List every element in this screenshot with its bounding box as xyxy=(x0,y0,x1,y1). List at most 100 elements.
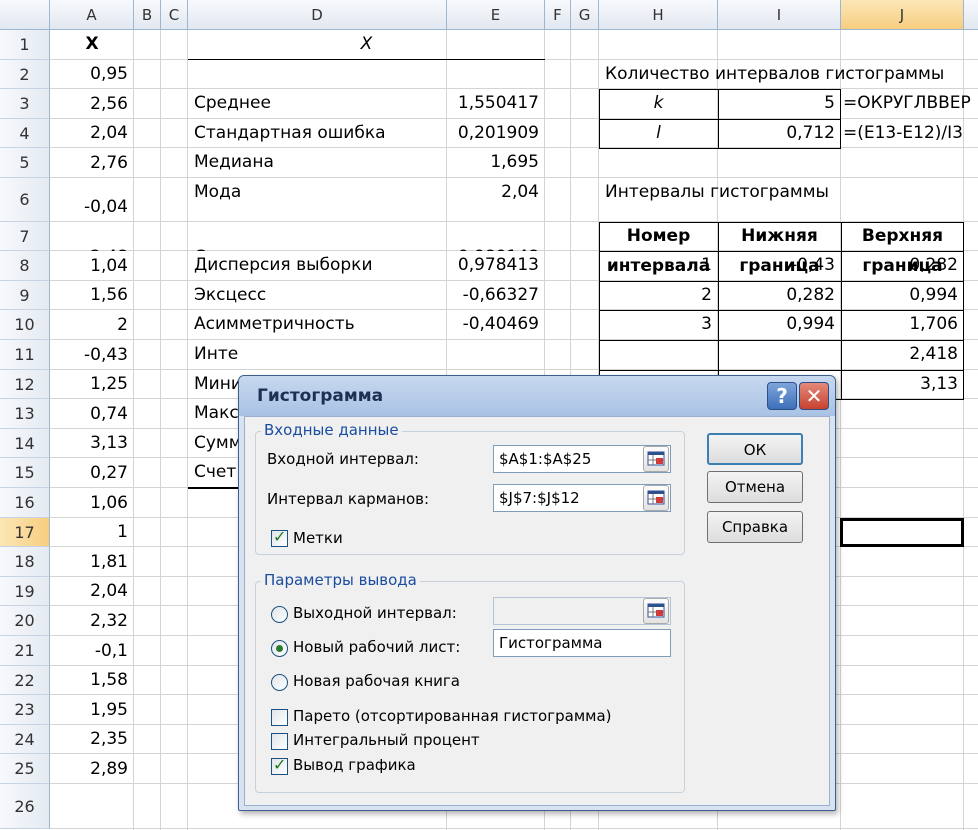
row-header[interactable]: 4 xyxy=(0,119,50,148)
cell-a10[interactable]: 2 xyxy=(50,310,134,340)
row-header[interactable]: 21 xyxy=(0,636,50,666)
column-header-f[interactable]: F xyxy=(545,0,571,30)
row-header[interactable]: 3 xyxy=(0,89,50,119)
column-header-c[interactable]: C xyxy=(161,0,188,30)
param-l-value[interactable]: 0,712 xyxy=(718,119,841,148)
row-header[interactable]: 9 xyxy=(0,281,50,310)
stat-label[interactable]: Дисперсия выборки xyxy=(188,251,447,281)
param-k-formula[interactable]: =ОКРУГЛВВЕР xyxy=(841,89,978,118)
stat-label[interactable]: Стандартная ошибка xyxy=(188,119,447,148)
stat-label[interactable]: Эксцесс xyxy=(188,281,447,310)
hist-cell[interactable]: 0,282 xyxy=(718,281,841,310)
cell-a19[interactable]: 2,04 xyxy=(50,577,134,606)
hist-cell[interactable]: 3 xyxy=(599,310,718,340)
cell-a21[interactable]: -0,1 xyxy=(50,636,134,666)
hist-title[interactable]: Интервалы гистограммы xyxy=(599,178,859,207)
hist-cell[interactable]: 0,994 xyxy=(841,281,964,310)
stat-value[interactable]: 1,550417 xyxy=(447,89,545,119)
column-header-e[interactable]: E xyxy=(447,0,545,30)
pareto-checkbox[interactable] xyxy=(271,709,288,726)
stat-value[interactable]: 0,989148 xyxy=(447,222,545,251)
stat-value[interactable]: -0,40469 xyxy=(447,310,545,340)
labels-checkbox[interactable]: ✓ xyxy=(271,527,288,547)
cell-a2[interactable]: 0,95 xyxy=(50,60,134,89)
cell-a11[interactable]: -0,43 xyxy=(50,340,134,370)
row-header[interactable]: 25 xyxy=(0,754,50,784)
stat-value[interactable]: -0,66327 xyxy=(447,281,545,310)
cell-a23[interactable]: 1,95 xyxy=(50,695,134,725)
row-header[interactable]: 18 xyxy=(0,547,50,577)
row-header[interactable]: 2 xyxy=(0,60,50,89)
param-l-label[interactable]: l xyxy=(599,119,718,148)
row-header[interactable]: 7 xyxy=(0,222,50,251)
cell-a7[interactable]: 2,48 xyxy=(50,222,134,251)
cell-a14[interactable]: 3,13 xyxy=(50,429,134,458)
hist-cell[interactable]: 2 xyxy=(599,281,718,310)
column-header-h[interactable]: H xyxy=(599,0,718,30)
hist-header-line1[interactable]: Номер xyxy=(599,222,718,252)
cell-a8[interactable]: 1,04 xyxy=(50,251,134,281)
hist-cell[interactable]: 1,706 xyxy=(841,310,964,340)
row-header[interactable]: 12 xyxy=(0,370,50,399)
help-button[interactable]: Справка xyxy=(707,511,803,543)
hist-cell[interactable]: 0,282 xyxy=(841,251,964,281)
column-header-j[interactable]: J xyxy=(841,0,964,30)
hist-cell[interactable]: 3,13 xyxy=(841,370,964,399)
row-header[interactable]: 11 xyxy=(0,340,50,370)
hist-cell[interactable]: 0,994 xyxy=(718,310,841,340)
column-header-d[interactable]: D xyxy=(188,0,447,30)
row-header[interactable]: 19 xyxy=(0,577,50,606)
row-header[interactable]: 24 xyxy=(0,725,50,754)
new-sheet-radio[interactable] xyxy=(271,640,288,657)
stat-value[interactable]: 2,04 xyxy=(447,178,545,222)
row-header[interactable]: 10 xyxy=(0,310,50,340)
stat-value[interactable]: 1,695 xyxy=(447,148,545,178)
stat-label[interactable]: Асимметричность xyxy=(188,310,447,340)
stat-label[interactable]: Медиана xyxy=(188,148,447,178)
param-k-label[interactable]: k xyxy=(599,89,718,118)
column-header-partial[interactable] xyxy=(964,0,978,30)
row-header[interactable]: 23 xyxy=(0,695,50,725)
cell-a22[interactable]: 1,58 xyxy=(50,666,134,695)
cell-a12[interactable]: 1,25 xyxy=(50,370,134,399)
cell-a6[interactable]: -0,04 xyxy=(50,178,134,222)
cell-a17[interactable]: 1 xyxy=(50,518,134,547)
bin-range-picker-icon[interactable] xyxy=(643,485,669,511)
param-l-formula[interactable]: =(E13-E12)/I3 xyxy=(841,119,978,148)
intervals-title[interactable]: Количество интервалов гистограммы xyxy=(599,60,978,89)
stat-label[interactable]: Среднее xyxy=(188,89,447,119)
chart-output-checkbox[interactable]: ✓ xyxy=(271,755,288,775)
row-header[interactable]: 22 xyxy=(0,666,50,695)
stat-label[interactable]: Инте xyxy=(188,340,447,370)
hist-cell[interactable] xyxy=(718,340,841,370)
row-header[interactable]: 13 xyxy=(0,399,50,429)
hist-cell[interactable]: 2,418 xyxy=(841,340,964,370)
column-header-a[interactable]: A xyxy=(50,0,134,30)
cell-a20[interactable]: 2,32 xyxy=(50,606,134,636)
hist-cell[interactable]: 1 xyxy=(599,251,718,281)
new-book-radio[interactable] xyxy=(271,674,288,691)
cell-a15[interactable]: 0,27 xyxy=(50,458,134,488)
cell-a9[interactable]: 1,56 xyxy=(50,281,134,310)
active-cell[interactable] xyxy=(840,518,964,547)
row-header[interactable]: 1 xyxy=(0,30,50,60)
stats-header[interactable]: X xyxy=(188,30,545,59)
row-header[interactable]: 8 xyxy=(0,251,50,281)
output-range-picker-icon[interactable] xyxy=(643,598,669,624)
stat-value[interactable]: 0,978413 xyxy=(447,251,545,281)
row-header[interactable]: 17 xyxy=(0,518,50,547)
row-header[interactable]: 6 xyxy=(0,178,50,222)
stat-label[interactable]: Мода xyxy=(188,178,447,222)
cancel-button[interactable]: Отмена xyxy=(707,471,803,503)
help-icon[interactable]: ? xyxy=(767,382,797,410)
hist-cell[interactable]: -0,43 xyxy=(718,251,841,281)
hist-header-line1[interactable]: Верхняя xyxy=(841,222,964,252)
row-header[interactable]: 15 xyxy=(0,458,50,488)
column-header-b[interactable]: B xyxy=(134,0,161,30)
row-header[interactable]: 5 xyxy=(0,148,50,178)
row-header[interactable]: 26 xyxy=(0,784,50,829)
cell-a1[interactable]: X xyxy=(50,30,134,60)
column-header-g[interactable]: G xyxy=(571,0,599,30)
close-icon[interactable]: ✕ xyxy=(799,382,829,410)
cell-a5[interactable]: 2,76 xyxy=(50,148,134,178)
